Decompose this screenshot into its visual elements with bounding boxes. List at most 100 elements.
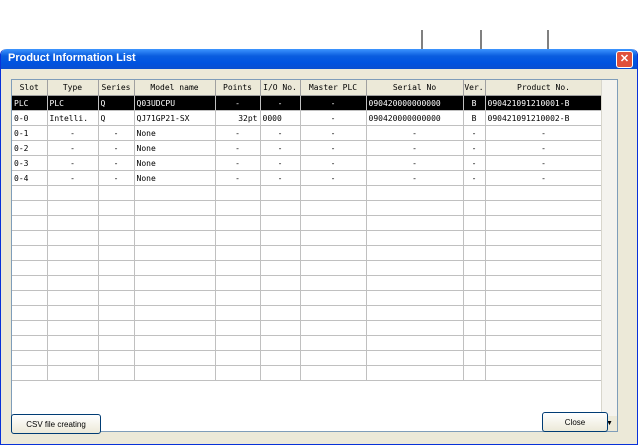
table-cell [215,305,261,321]
table-cell: Intelli. [47,110,99,126]
table-cell: - [300,170,367,186]
column-header[interactable]: Master PLC [300,80,367,96]
table-cell [366,200,464,216]
table-cell [47,305,99,321]
table-cell [12,305,48,321]
table-cell [300,230,367,246]
table-row[interactable] [12,185,603,201]
table-cell: 0-0 [12,110,48,126]
table-cell [215,230,261,246]
column-header[interactable]: I/O No. [260,80,301,96]
table-row[interactable]: PLC PLC Q Q03UDCPU - - -090420000000000 B 090421… [12,95,603,111]
table-cell: None [134,125,216,141]
table-row[interactable] [12,305,603,321]
table-cell [260,335,301,351]
table-cell: - [215,155,261,171]
column-header[interactable]: Ver. [463,80,486,96]
table-cell [485,335,603,351]
table-row[interactable] [12,245,603,261]
column-header[interactable]: Points [215,80,261,96]
table-cell [98,245,135,261]
table-cell [47,245,99,261]
table-cell [463,275,486,291]
table-cell: - [485,140,603,156]
table-cell [300,290,367,306]
table-cell [12,200,48,216]
table-row[interactable] [12,200,603,216]
table-row[interactable] [12,335,603,351]
table-row[interactable] [12,290,603,306]
table-cell [485,230,603,246]
table-cell: - [366,140,464,156]
table-cell [134,290,216,306]
table-cell: - [300,125,367,141]
table-cell [12,275,48,291]
table-cell [98,185,135,201]
table-cell [260,365,301,381]
table-cell: - [463,140,486,156]
table-cell [300,185,367,201]
table-cell [463,365,486,381]
column-header[interactable]: Model name [134,80,216,96]
table-row[interactable]: 0-1- - None - - - - - - [12,125,603,141]
column-header[interactable]: Type [47,80,99,96]
table-cell [300,275,367,291]
table-cell [463,200,486,216]
table-cell [463,320,486,336]
table-cell [98,260,135,276]
table-cell: QJ71GP21-SX [134,110,216,126]
table-cell [12,365,48,381]
table-cell: - [300,155,367,171]
table-cell [98,305,135,321]
table-row[interactable] [12,275,603,291]
product-info-window: Product Information List ✕ Slot Type Serie… [0,49,638,445]
table-cell [260,320,301,336]
table-cell: 0-3 [12,155,48,171]
header-row: Slot Type Series Model name Points I/O No. Mas… [12,80,603,96]
table-cell [98,230,135,246]
table-row[interactable] [12,230,603,246]
table-row[interactable] [12,320,603,336]
column-header[interactable]: Slot [12,80,48,96]
table-row[interactable]: 0-4- - None - - - - - - [12,170,603,186]
table-row[interactable] [12,350,603,366]
table-cell [98,350,135,366]
close-x-icon[interactable]: ✕ [616,51,633,68]
table-cell [215,320,261,336]
table-cell: - [366,170,464,186]
table-row[interactable] [12,215,603,231]
table-row[interactable] [12,260,603,276]
column-header[interactable]: Product No. [485,80,603,96]
table-cell [366,185,464,201]
table-cell: - [98,155,135,171]
table-cell: - [463,155,486,171]
table-cell [47,365,99,381]
table-cell [134,260,216,276]
close-button[interactable]: Close [542,412,608,432]
table-cell: - [98,125,135,141]
table-row[interactable] [12,365,603,381]
table-cell [366,320,464,336]
table-cell [260,230,301,246]
table-cell [260,245,301,261]
table-cell [134,185,216,201]
table-row[interactable]: 0-0 Intelli. Q QJ71GP21-SX 32pt 0000-09042000… [12,110,603,126]
vertical-scrollbar[interactable]: ▼ [601,80,617,431]
product-info-grid[interactable]: Slot Type Series Model name Points I/O No. Mas… [11,79,618,432]
column-header[interactable]: Series [98,80,135,96]
table-row[interactable]: 0-2- - None - - - - - - [12,140,603,156]
column-header[interactable]: Serial No [366,80,464,96]
table-cell [215,200,261,216]
table-cell [98,335,135,351]
table-cell: - [47,155,99,171]
table-cell [12,350,48,366]
table-cell: - [215,140,261,156]
table-cell [485,365,603,381]
table-cell [134,230,216,246]
table-cell [485,185,603,201]
csv-file-creating-button[interactable]: CSV file creating [11,414,101,434]
table-cell [47,290,99,306]
table-cell: Q [98,110,135,126]
table-row[interactable]: 0-3- - None - - - - - - [12,155,603,171]
table-cell [12,335,48,351]
